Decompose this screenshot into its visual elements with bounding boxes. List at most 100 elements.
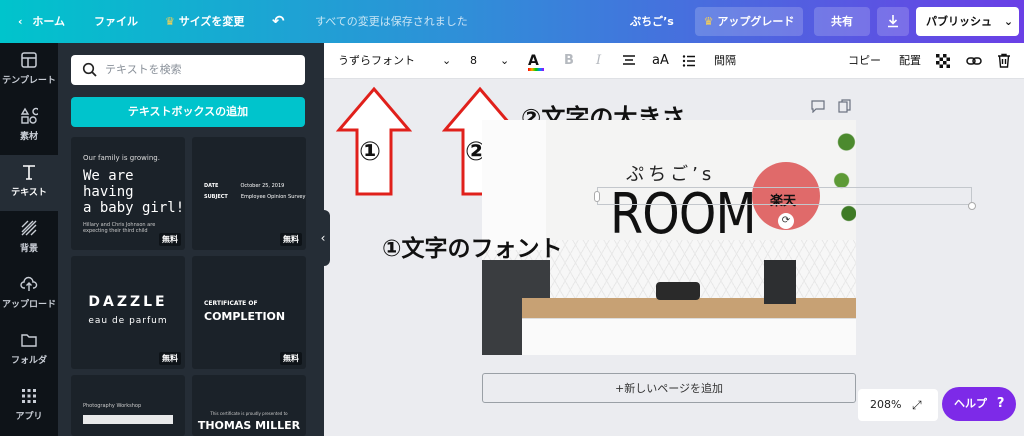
download-icon	[888, 15, 898, 28]
add-textbox-button[interactable]: テキストボックスの追加	[71, 97, 305, 127]
rail-label: フォルダ	[10, 356, 47, 366]
bold-button[interactable]: B	[564, 43, 574, 79]
templates-icon	[21, 52, 37, 68]
save-status: すべての変更は保存されました	[315, 15, 468, 28]
rail-label: テンプレート	[2, 76, 56, 86]
annotation-font-label: ①文字のフォント	[382, 236, 563, 262]
crown-icon: ♛	[703, 15, 714, 28]
transparency-icon	[936, 54, 950, 68]
free-badge: 無料	[159, 352, 181, 365]
align-button[interactable]	[622, 43, 636, 79]
upgrade-label: アップグレード	[717, 15, 795, 28]
free-badge: 無料	[159, 233, 181, 246]
design-name[interactable]: ぷちご’s	[630, 0, 674, 43]
color-rainbow-bar	[528, 68, 544, 71]
counter-top	[522, 298, 856, 318]
search-box[interactable]: テキストを検索	[71, 55, 305, 85]
template-text: Our family is growing.	[83, 154, 160, 162]
text-toolbar: うずらフォント ⌄ 8 ⌄ A B I aA 間隔 コピー 配置	[324, 43, 1024, 79]
publish-button[interactable]: パブリッシュ ⌄	[916, 7, 1019, 36]
apps-grid-icon	[22, 389, 36, 403]
rail-item-elements[interactable]: 素材	[0, 99, 58, 155]
transparency-button[interactable]	[936, 43, 950, 79]
text-template-card[interactable]: This certificate is proudly presented to…	[192, 375, 306, 436]
rail-label: アプリ	[15, 412, 43, 422]
text-color-button[interactable]: A	[528, 43, 544, 79]
list-button[interactable]	[682, 43, 696, 79]
text-icon	[23, 165, 35, 180]
font-name: うずらフォント	[338, 54, 415, 67]
chevron-down-icon[interactable]: ⌄	[442, 43, 451, 79]
resize-handle[interactable]	[968, 202, 976, 210]
rail-item-upload[interactable]: アップロード	[0, 267, 58, 323]
spacing-button[interactable]: 間隔	[714, 43, 736, 79]
rail-item-text[interactable]: テキスト	[0, 155, 58, 211]
link-icon	[966, 57, 982, 65]
free-badge: 無料	[280, 233, 302, 246]
rail-item-background[interactable]: 背景	[0, 211, 58, 267]
text-panel: テキストを検索 テキストボックスの追加 Our family is growin…	[58, 43, 324, 436]
link-button[interactable]	[966, 43, 982, 79]
comment-icon[interactable]	[811, 100, 825, 113]
text-template-card[interactable]: DAZZLE eau de parfum 無料	[71, 256, 185, 369]
upgrade-button[interactable]: ♛ アップグレード	[695, 7, 803, 36]
italic-button[interactable]: I	[596, 43, 601, 79]
publish-label: パブリッシュ	[926, 15, 992, 28]
rail-label: 背景	[19, 244, 38, 254]
text-template-card[interactable]: Photography Workshop	[71, 375, 185, 436]
file-menu[interactable]: ファイル	[94, 0, 138, 43]
home-label: ホーム	[32, 15, 66, 28]
undo-icon[interactable]: ↶	[272, 0, 285, 43]
chevron-left-icon: ‹	[18, 15, 23, 28]
add-page-button[interactable]: +新しいページを追加	[482, 373, 856, 403]
text-template-card[interactable]: Our family is growing. We are having a b…	[71, 137, 185, 250]
search-input[interactable]: テキストを検索	[105, 55, 182, 85]
rail-item-folders[interactable]: フォルダ	[0, 323, 58, 379]
download-button[interactable]	[877, 7, 909, 36]
duplicate-page-icon[interactable]	[838, 99, 851, 113]
share-button[interactable]: 共有	[814, 7, 870, 36]
template-text: SUBJECT	[204, 194, 228, 200]
template-text: We are having	[83, 168, 134, 200]
resize-handle[interactable]	[594, 191, 600, 202]
template-text: Employee Opinion Survey	[240, 194, 306, 200]
copy-button[interactable]: コピー	[848, 43, 881, 79]
rail-item-templates[interactable]: テンプレート	[0, 43, 58, 99]
text-template-card[interactable]: CERTIFICATE OF COMPLETION 無料	[192, 256, 306, 369]
template-text: October 25, 2019	[240, 183, 285, 189]
template-text: DATE	[204, 183, 219, 189]
zoom-control[interactable]: 208% ⤢	[858, 389, 938, 421]
kettle	[656, 282, 700, 300]
text-selection-frame[interactable]	[597, 187, 972, 205]
free-badge: 無料	[280, 352, 302, 365]
background-icon	[21, 220, 37, 236]
font-selector[interactable]: うずらフォント	[338, 43, 415, 79]
help-button[interactable]: ヘルプ ?	[942, 387, 1016, 421]
chevron-left-icon: ‹	[320, 231, 326, 245]
position-button[interactable]: 配置	[899, 43, 921, 79]
rail-item-apps[interactable]: アプリ	[0, 379, 58, 435]
template-text-block	[83, 415, 173, 424]
case-button[interactable]: aA	[652, 43, 669, 79]
rail-label: 素材	[19, 132, 38, 142]
collapse-panel-button[interactable]: ‹	[316, 210, 330, 266]
list-icon	[682, 55, 695, 67]
font-size-value: 8	[470, 54, 477, 67]
rail-label: アップロード	[1, 300, 56, 310]
folder-icon	[21, 334, 37, 347]
template-text: a baby girl!	[83, 200, 185, 216]
text-template-card[interactable]: DATE October 25, 2019 SUBJECT Employee Opi…	[192, 137, 306, 250]
help-label: ヘルプ	[954, 397, 987, 410]
resize-button[interactable]: ♛ サイズを変更	[165, 0, 244, 43]
fullscreen-icon[interactable]: ⤢	[912, 389, 922, 421]
home-button[interactable]: ‹ ホーム	[18, 0, 65, 43]
font-size-selector[interactable]: 8	[470, 43, 477, 79]
rotate-handle-icon[interactable]: ⟳	[778, 213, 794, 229]
coffee-machine	[764, 260, 796, 304]
top-bar: ‹ ホーム ファイル ♛ サイズを変更 ↶ すべての変更は保存されました ぷちご…	[0, 0, 1024, 43]
chevron-down-icon[interactable]: ⌄	[500, 43, 509, 79]
chevron-down-icon: ⌄	[1003, 15, 1014, 28]
help-question-icon: ?	[996, 396, 1005, 411]
template-text: Photography Workshop	[83, 403, 142, 409]
delete-button[interactable]	[997, 43, 1011, 79]
